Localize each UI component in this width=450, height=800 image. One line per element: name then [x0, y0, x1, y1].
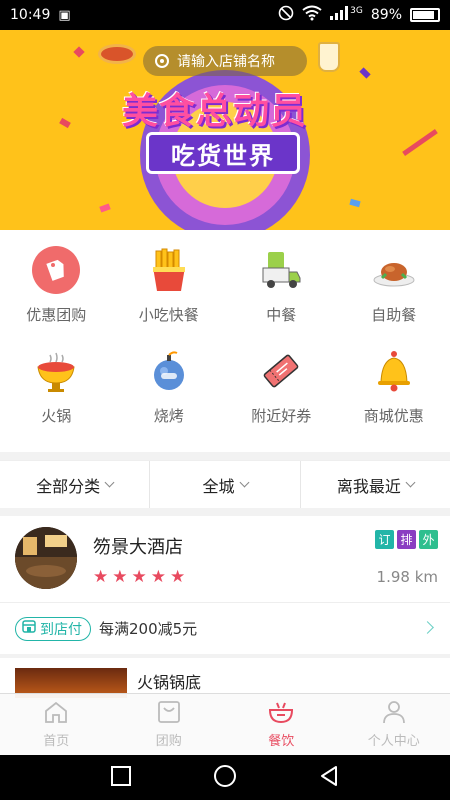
home-icon	[43, 700, 69, 728]
category-coupons[interactable]: 附近好券	[225, 345, 338, 446]
status-bar: 10:49 ▣ 3G 89%	[0, 0, 450, 30]
promo-text: 每满200减5元	[99, 620, 198, 638]
confetti-3	[359, 67, 371, 79]
shop-search-field[interactable]: 请输入店铺名称	[143, 46, 307, 76]
tab-label: 团购	[155, 734, 182, 749]
shop-distance: 1.98 km	[376, 568, 438, 586]
location-target-icon	[155, 54, 169, 68]
pay-at-store-badge: 到店付	[15, 616, 91, 641]
category-mall-deals[interactable]: 商城优惠	[338, 345, 450, 446]
category-label: 中餐	[266, 306, 297, 324]
star-icon: ★	[131, 567, 147, 587]
shop-rating: ★ ★ ★ ★ ★	[93, 567, 185, 587]
shop-promo-row[interactable]: 到店付 每满200减5元	[0, 602, 450, 654]
confetti-4	[402, 128, 438, 157]
roast-dish-icon	[368, 244, 420, 296]
back-button[interactable]	[318, 765, 340, 791]
category-label: 附近好券	[251, 407, 312, 425]
tab-group-buy[interactable]: 团购	[113, 694, 226, 755]
category-label: 商城优惠	[363, 407, 424, 425]
confetti-2	[99, 203, 111, 213]
category-label: 自助餐	[371, 306, 417, 324]
status-time: 10:49	[10, 7, 51, 23]
store-icon	[22, 620, 36, 637]
category-label: 烧烤	[153, 407, 184, 425]
bell-icon	[368, 345, 420, 397]
tab-dining[interactable]: 餐饮	[225, 694, 338, 755]
tab-label: 首页	[43, 734, 70, 749]
drink-cup-icon	[318, 42, 340, 72]
battery-percent: 89%	[370, 7, 402, 23]
chevron-right-icon	[421, 621, 434, 634]
pizza-icon	[98, 44, 136, 64]
category-buffet[interactable]: 自助餐	[338, 244, 450, 345]
category-chinese[interactable]: 中餐	[225, 244, 338, 345]
banner-subtitle: 吃货世界	[146, 132, 300, 174]
bottom-tab-bar: 首页 团购 餐饮 个人中心	[0, 693, 450, 755]
filter-sort-dropdown[interactable]: 离我最近	[301, 461, 450, 508]
tag-reserve: 订	[375, 530, 394, 549]
coupon-ticket-icon	[255, 345, 307, 397]
category-discount-group[interactable]: 优惠团购	[0, 244, 113, 345]
shop-list-item[interactable]: 笏景大酒店 ★ ★ ★ ★ ★ 订 排 外 1.98 km	[0, 516, 450, 602]
shop-avatar	[15, 527, 77, 589]
network-type: 3G	[350, 6, 363, 16]
category-hotpot[interactable]: 火锅	[0, 345, 113, 446]
chevron-down-icon	[239, 477, 249, 488]
tag-takeout: 外	[419, 530, 438, 549]
promo-banner[interactable]: 请输入店铺名称 美食总动员 吃货世界	[0, 30, 450, 230]
tab-home[interactable]: 首页	[0, 694, 113, 755]
wifi-icon	[302, 5, 322, 25]
star-icon: ★	[150, 567, 166, 587]
tag-queue: 排	[397, 530, 416, 549]
shop-search-placeholder: 请输入店铺名称	[177, 54, 275, 70]
hotpot-icon	[30, 345, 82, 397]
category-bbq[interactable]: 烧烤	[113, 345, 226, 446]
star-icon: ★	[112, 567, 128, 587]
dish-name: 火锅锅底	[137, 673, 202, 692]
chevron-down-icon	[405, 477, 416, 488]
chevron-down-icon	[104, 477, 115, 488]
shop-service-tags: 订 排 外	[375, 530, 438, 549]
discount-tag-icon	[30, 244, 82, 296]
dnd-icon	[278, 5, 294, 25]
filter-category-dropdown[interactable]: 全部分类	[0, 461, 151, 508]
filter-label: 全城	[202, 476, 235, 496]
confetti-6	[73, 46, 85, 58]
dining-icon	[267, 700, 295, 728]
system-nav-bar	[0, 755, 450, 800]
confetti-1	[59, 117, 71, 129]
filter-label: 全部分类	[36, 476, 101, 496]
tab-label: 餐饮	[268, 734, 295, 749]
shop-name: 笏景大酒店	[93, 537, 183, 558]
confetti-5	[349, 198, 361, 208]
shopping-bag-icon	[156, 700, 182, 728]
star-icon: ★	[170, 567, 186, 587]
filter-area-dropdown[interactable]: 全城	[150, 461, 301, 508]
category-label: 小吃快餐	[138, 306, 199, 324]
banner-title: 美食总动员	[122, 91, 308, 132]
signal-icon	[330, 6, 349, 24]
filter-label: 离我最近	[336, 476, 401, 496]
fries-icon	[143, 244, 195, 296]
dish-list-item[interactable]: 火锅锅底	[0, 658, 450, 698]
tab-profile[interactable]: 个人中心	[338, 694, 450, 755]
filter-bar: 全部分类 全城 离我最近	[0, 460, 450, 508]
notification-icon: ▣	[58, 7, 71, 23]
home-button[interactable]	[213, 764, 237, 792]
app-screen: 10:49 ▣ 3G 89% 请输入店铺名称 美食总动员 吃货世界 优惠团购 小…	[0, 0, 450, 800]
tab-label: 个人中心	[367, 734, 420, 749]
category-snacks[interactable]: 小吃快餐	[113, 244, 226, 345]
recents-button[interactable]	[110, 765, 132, 791]
category-label: 优惠团购	[26, 306, 87, 324]
pay-badge-label: 到店付	[40, 621, 82, 638]
category-label: 火锅	[41, 407, 72, 425]
delivery-truck-icon	[255, 244, 307, 296]
battery-icon	[410, 8, 440, 22]
person-icon	[381, 700, 407, 728]
bbq-bomb-icon	[143, 345, 195, 397]
star-icon: ★	[93, 567, 109, 587]
category-grid: 优惠团购 小吃快餐 中餐 自助餐 火锅 烧烤 附近好券 商城优惠	[0, 230, 450, 452]
